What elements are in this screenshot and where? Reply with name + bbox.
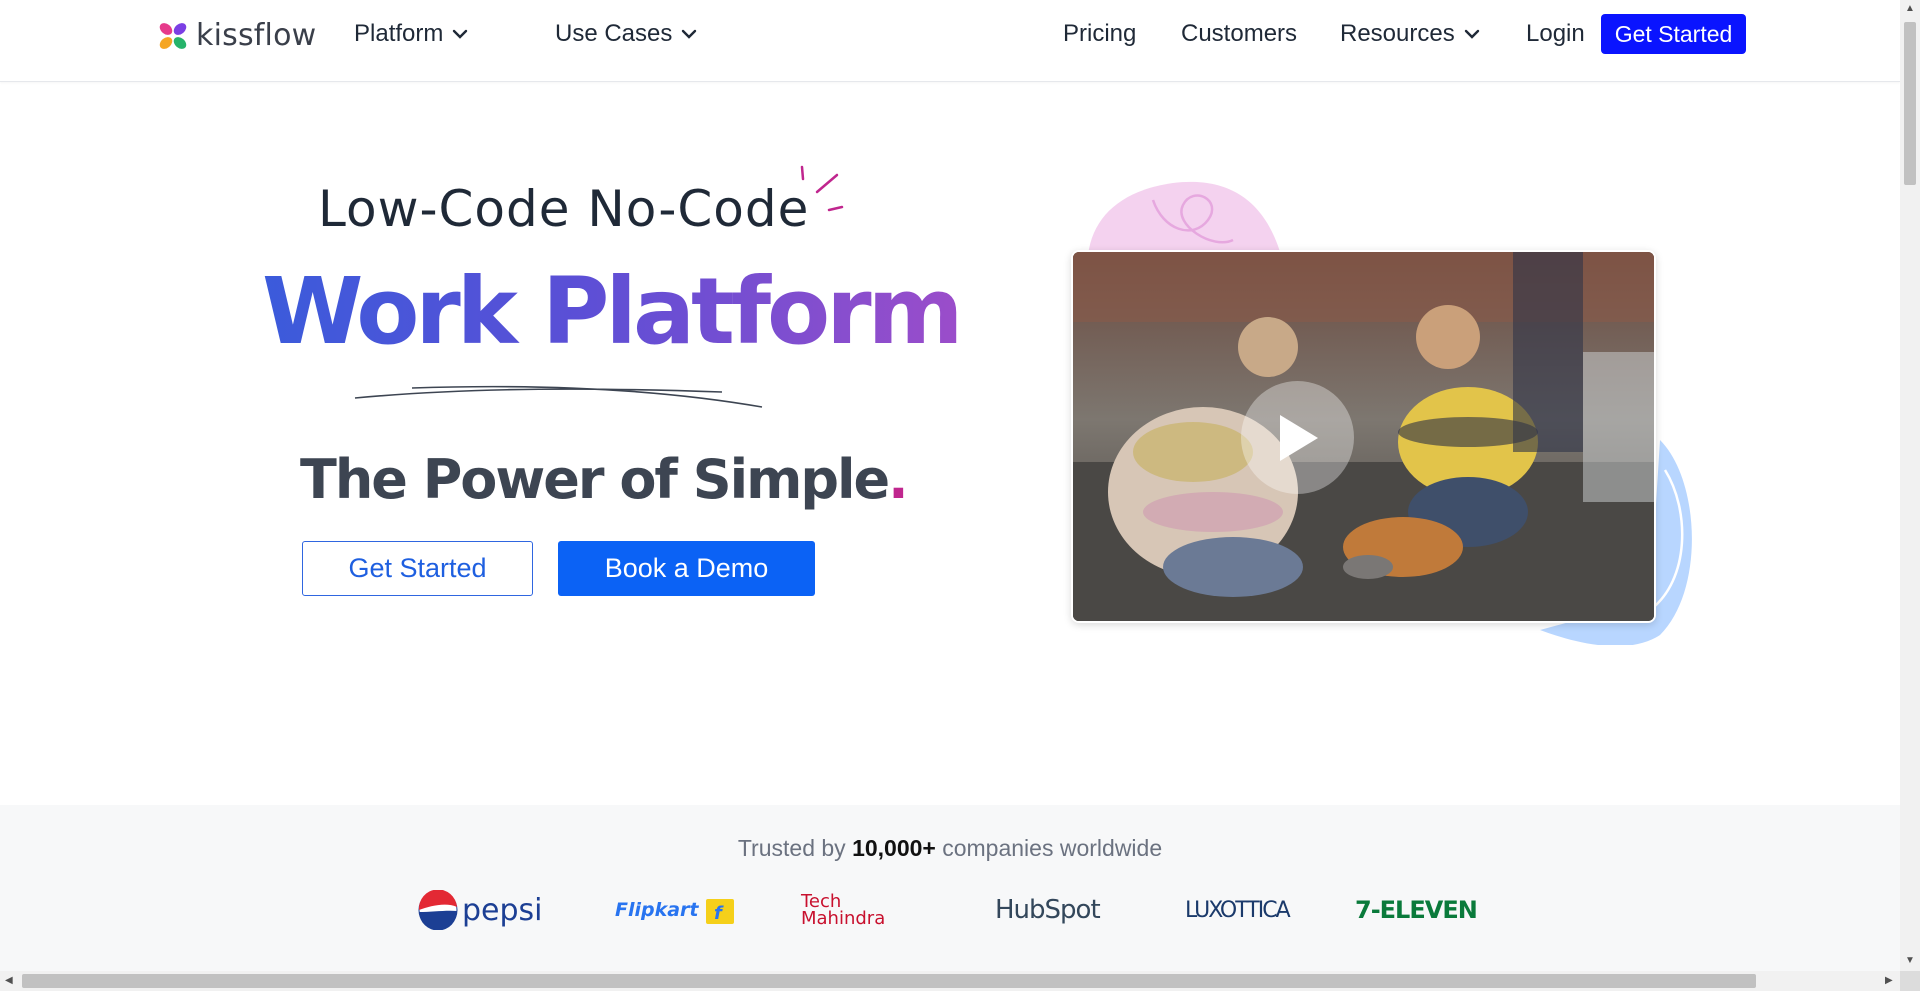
- kissflow-logo[interactable]: kissflow: [156, 18, 316, 53]
- trusted-by-section: [0, 805, 1900, 975]
- hero-title: Work Platform: [262, 258, 963, 365]
- trusted-by-text: Trusted by 10,000+ companies worldwide: [0, 835, 1900, 862]
- flipkart-bag-icon: f: [705, 899, 734, 924]
- customer-logo-tech-mahindra: Tech Mahindra: [801, 885, 911, 935]
- chevron-down-icon: [453, 29, 468, 39]
- video-thumbnail-image: [1073, 252, 1654, 621]
- nav-customers-label: Customers: [1181, 20, 1298, 47]
- chevron-down-icon: [682, 29, 697, 39]
- tech-mahindra-wordmark: Tech Mahindra: [801, 891, 886, 929]
- tagline-text: The Power of Simple: [300, 448, 890, 511]
- book-demo-button[interactable]: Book a Demo: [558, 541, 815, 596]
- vertical-scrollbar-thumb[interactable]: [1904, 22, 1916, 185]
- pink-blob-decoration: [1088, 181, 1281, 255]
- nav-login[interactable]: Login: [1526, 20, 1585, 48]
- nav-use-cases[interactable]: Use Cases: [555, 20, 698, 48]
- pepsi-globe-icon: [418, 890, 458, 930]
- hero-subtitle: Low-Code No-Code: [318, 180, 810, 238]
- nav-platform-label: Platform: [354, 20, 444, 47]
- customer-logo-7-eleven: 7-ELEVEN: [1355, 885, 1478, 935]
- scroll-down-arrow-icon[interactable]: ▼: [1905, 956, 1915, 966]
- luxottica-wordmark: LUXOTTICA: [1185, 897, 1291, 923]
- nav-pricing-label: Pricing: [1063, 20, 1137, 47]
- nav-platform[interactable]: Platform: [354, 20, 469, 48]
- play-icon: [1279, 414, 1318, 461]
- nav-resources[interactable]: Resources: [1340, 20, 1481, 48]
- tagline-dot: .: [888, 448, 908, 511]
- scroll-up-arrow-icon[interactable]: ▲: [1905, 4, 1915, 14]
- chevron-down-icon: [1464, 29, 1479, 39]
- trusted-count: 10,000+: [852, 835, 936, 861]
- trusted-prefix: Trusted by: [737, 835, 846, 861]
- sparkle-decoration-icon: [800, 165, 844, 212]
- trusted-suffix: companies worldwide: [942, 835, 1163, 861]
- video-play-button[interactable]: [1241, 381, 1354, 494]
- nav-resources-label: Resources: [1340, 20, 1455, 47]
- nav-get-started-button[interactable]: Get Started: [1601, 14, 1746, 54]
- hero-get-started-button[interactable]: Get Started: [302, 541, 533, 596]
- scroll-right-arrow-icon[interactable]: ▶: [1885, 976, 1893, 986]
- kissflow-logo-icon: [159, 22, 187, 49]
- pepsi-wordmark: pepsi: [462, 892, 543, 928]
- nav-customers[interactable]: Customers: [1181, 20, 1297, 48]
- brand-name: kissflow: [196, 18, 317, 53]
- underline-scribble-decoration: [354, 385, 763, 408]
- hero-tagline: The Power of Simple.: [300, 448, 909, 511]
- flipkart-wordmark: Flipkart: [615, 899, 699, 921]
- nav-pricing[interactable]: Pricing: [1063, 20, 1136, 48]
- customer-logo-luxottica: LUXOTTICA: [1185, 885, 1291, 935]
- scroll-left-arrow-icon[interactable]: ◀: [5, 976, 13, 986]
- nav-use-cases-label: Use Cases: [555, 20, 673, 47]
- scrollbar-corner: [1900, 971, 1920, 991]
- top-navbar: kissflow Platform Use Cases Pricing Cust…: [0, 0, 1900, 82]
- hero-video-player[interactable]: [1071, 250, 1656, 623]
- seven-eleven-wordmark: 7-ELEVEN: [1355, 896, 1478, 924]
- horizontal-scrollbar-thumb[interactable]: [22, 974, 1756, 988]
- customer-logo-hubspot: HubSpot: [995, 885, 1101, 935]
- nav-login-label: Login: [1526, 20, 1585, 47]
- customer-logo-flipkart: Flipkart f: [615, 885, 735, 935]
- hubspot-wordmark: HubSpot: [995, 895, 1101, 925]
- customer-logo-pepsi: pepsi: [418, 885, 543, 935]
